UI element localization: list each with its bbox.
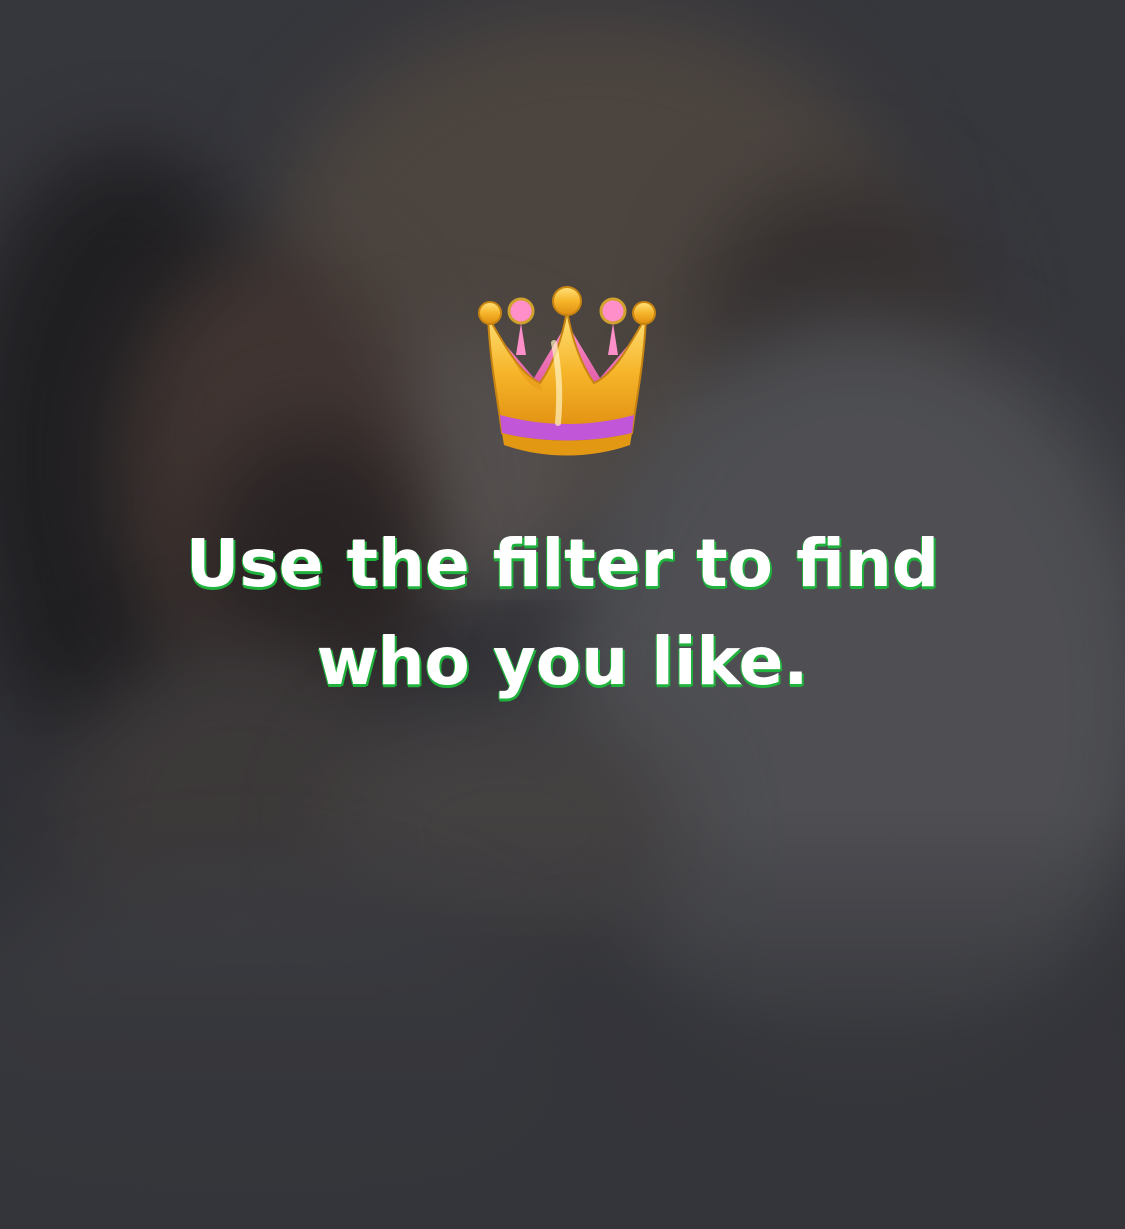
promo-screen: Use the filter to find who you like. [0, 0, 1125, 1229]
crown-icon [478, 286, 656, 456]
promo-headline: Use the filter to find who you like. [0, 515, 1125, 711]
headline-line-1: Use the filter to find [185, 525, 940, 602]
headline-line-2: who you like. [316, 623, 809, 700]
promo-content: Use the filter to find who you like. [0, 0, 1125, 1229]
